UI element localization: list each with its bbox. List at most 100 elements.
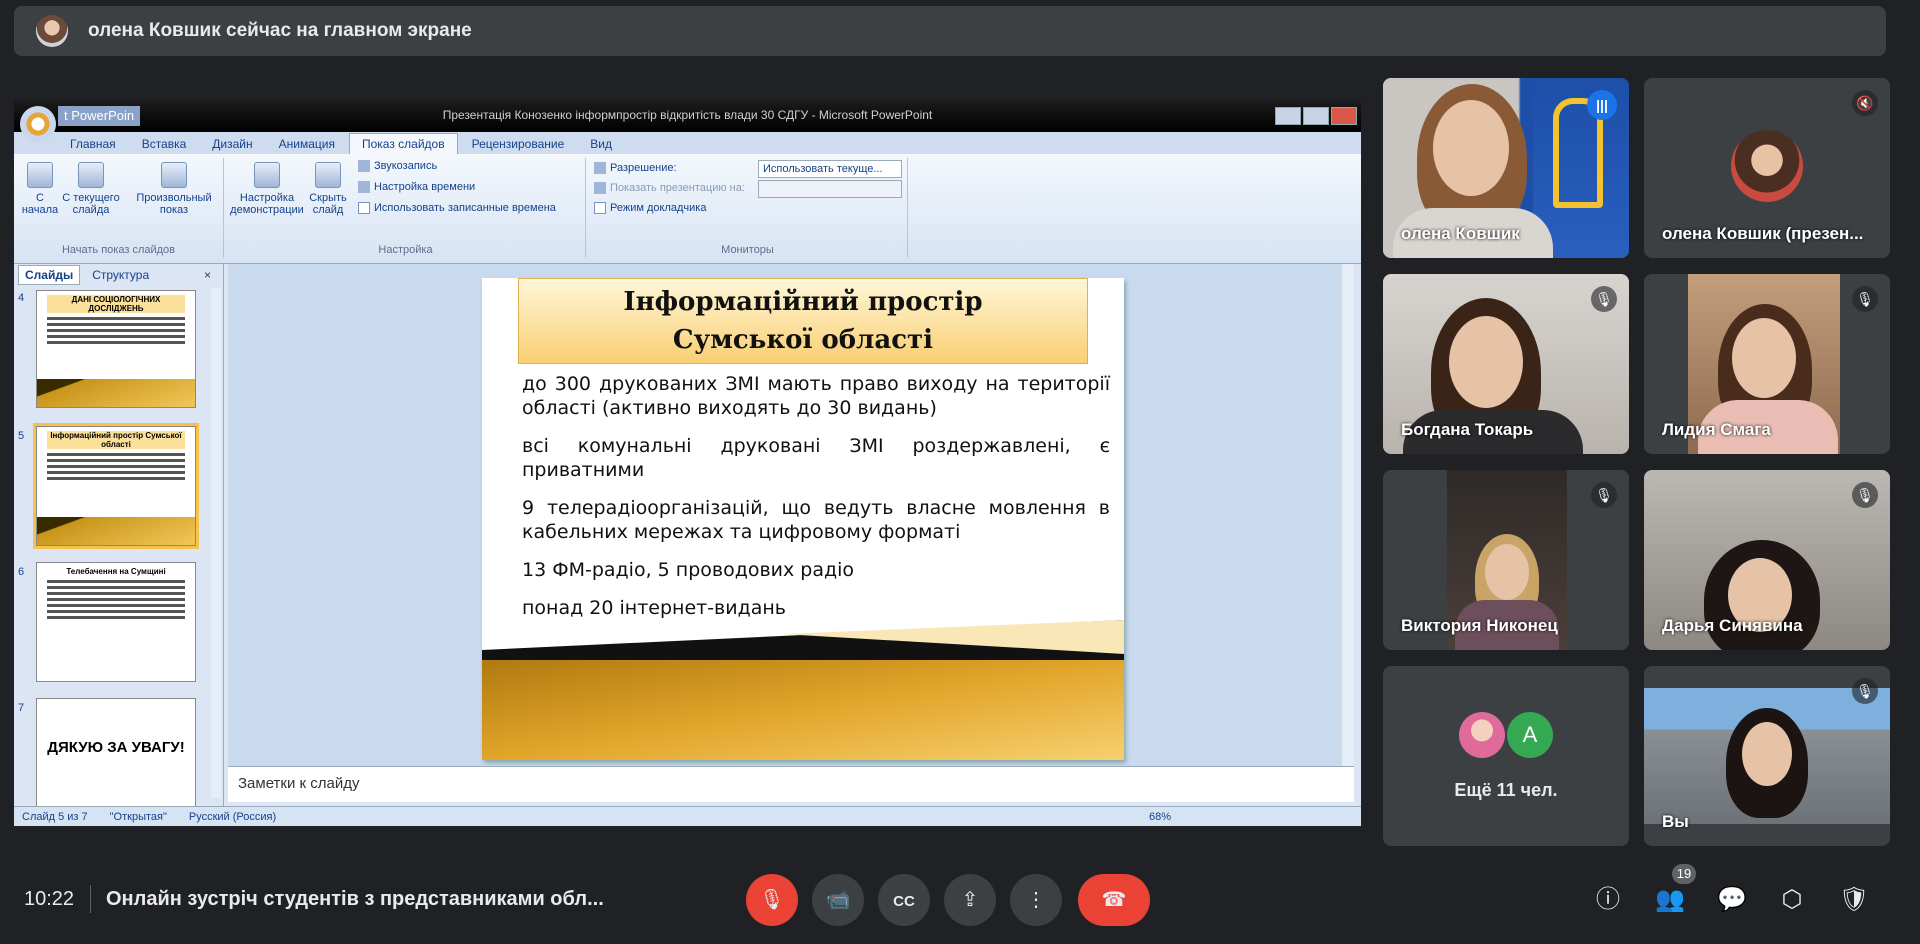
people-button[interactable]: 👥 bbox=[1654, 884, 1686, 916]
thumb-number: 7 bbox=[18, 702, 25, 714]
presenting-banner: олена Ковшик сейчас на главном экране bbox=[14, 6, 1886, 56]
thumb-gold-band bbox=[37, 517, 195, 545]
meeting-details-button[interactable]: ⓘ bbox=[1592, 884, 1624, 916]
mic-off-icon: 🔇 bbox=[1852, 90, 1878, 116]
participant-tile-bogdana[interactable]: 🎙 Богдана Токарь bbox=[1383, 274, 1629, 454]
setup-icon bbox=[254, 162, 280, 188]
from-current-label: С текущего слайда bbox=[62, 192, 120, 216]
status-language: Русский (Россия) bbox=[188, 810, 277, 823]
close-icon[interactable] bbox=[1331, 107, 1357, 125]
custom-show-label: Произвольный показ bbox=[136, 192, 212, 216]
hide-slide-button[interactable]: Скрыть слайд bbox=[306, 162, 350, 216]
tab-animation[interactable]: Анимация bbox=[267, 134, 347, 154]
panel-close-icon[interactable]: × bbox=[198, 266, 217, 284]
participant-name: Богдана Токарь bbox=[1401, 420, 1534, 439]
slide-title-line2: Сумської області bbox=[672, 325, 934, 355]
minimize-icon[interactable] bbox=[1275, 107, 1301, 125]
thumb-line bbox=[47, 453, 185, 456]
thumb-title: Телебачення на Сумщині bbox=[47, 567, 185, 576]
thumb-line bbox=[47, 341, 185, 344]
info-icon: ⓘ bbox=[1596, 886, 1620, 913]
participant-tile-lidia[interactable]: 🎙 Лидия Смага bbox=[1644, 274, 1890, 454]
face bbox=[1433, 100, 1509, 196]
hide-slide-icon bbox=[315, 162, 341, 188]
mic-off-icon: 🎙 bbox=[1852, 678, 1878, 704]
host-controls-button[interactable]: 🛡 bbox=[1838, 884, 1870, 916]
ppt-title-bar: t PowerPoin Презентація Конозенко інформ… bbox=[14, 100, 1361, 142]
slide-thumbnail[interactable]: Телебачення на Сумщині bbox=[36, 562, 196, 682]
slide-thumbnail[interactable]: ДЯКУЮ ЗА УВАГУ! bbox=[36, 698, 196, 808]
leave-call-button[interactable]: ☎ bbox=[1078, 874, 1150, 926]
from-current-button[interactable]: С текущего слайда bbox=[62, 162, 120, 216]
shield-icon: 🛡 bbox=[1838, 886, 1870, 913]
play-icon bbox=[27, 162, 53, 188]
rehearse-button[interactable]: Настройка времени bbox=[358, 181, 475, 194]
participant-avatar-letter: A bbox=[1507, 712, 1553, 758]
resolution-select[interactable]: Использовать текуще... bbox=[758, 160, 902, 178]
slide-thumbnail-selected[interactable]: Інформаційний простір Сумської області bbox=[33, 423, 199, 549]
thumb-line bbox=[47, 471, 185, 474]
present-button[interactable]: ⇪ bbox=[944, 874, 996, 926]
slide-notes[interactable]: Заметки к слайду bbox=[228, 766, 1354, 802]
tab-insert[interactable]: Вставка bbox=[130, 134, 199, 154]
participant-tile-daria[interactable]: 🎙 Дарья Синявина bbox=[1644, 470, 1890, 650]
mic-toggle-button[interactable]: 🎙 bbox=[746, 874, 798, 926]
thumb-line bbox=[47, 323, 185, 326]
mic-off-icon: 🎙 bbox=[1591, 482, 1617, 508]
setup-show-button[interactable]: Настройка демонстрации bbox=[230, 162, 304, 216]
status-slide: Слайд 5 из 7 bbox=[22, 810, 88, 823]
people-icon: 👥 bbox=[1655, 886, 1685, 913]
current-slide: Інформаційний простір Сумської області д… bbox=[482, 278, 1124, 760]
tab-outline[interactable]: Структура bbox=[86, 266, 155, 284]
slide-thumbnail[interactable]: ДАНІ СОЦІОЛОГІЧНИХ ДОСЛІДЖЕНЬ bbox=[36, 290, 196, 408]
participant-name: Дарья Синявина bbox=[1662, 616, 1803, 635]
video-feed bbox=[1644, 688, 1890, 824]
chat-button[interactable]: 💬 bbox=[1716, 884, 1748, 916]
tab-slides[interactable]: Слайды bbox=[18, 265, 81, 285]
canvas-scrollbar[interactable] bbox=[1342, 264, 1354, 782]
resolution-label-text: Разрешение: bbox=[610, 162, 677, 174]
tab-home[interactable]: Главная bbox=[58, 134, 128, 154]
custom-show-button[interactable]: Произвольный показ bbox=[132, 162, 216, 216]
participant-tile-viktoria[interactable]: 🎙 Виктория Никонец bbox=[1383, 470, 1629, 650]
custom-show-icon bbox=[161, 162, 187, 188]
presenting-text: олена Ковшик сейчас на главном экране bbox=[88, 20, 472, 41]
participant-name: Виктория Никонец bbox=[1401, 616, 1558, 635]
participant-tile-self[interactable]: 🎙 Вы bbox=[1644, 666, 1890, 846]
presenter-view-label: Режим докладчика bbox=[610, 202, 707, 214]
presenter-view-checkbox[interactable]: Режим докладчика bbox=[594, 202, 707, 215]
show-on-label: Показать презентацию на: bbox=[594, 182, 745, 195]
participant-tile-olena-presenting[interactable]: 🔇 олена Ковшик (презен... bbox=[1644, 78, 1890, 258]
more-options-button[interactable]: ⋮ bbox=[1010, 874, 1062, 926]
slide-bullet: понад 20 інтернет-видань bbox=[522, 597, 787, 619]
participant-tile-olena[interactable]: ||| олена Ковшик bbox=[1383, 78, 1629, 258]
captions-button[interactable]: CC bbox=[878, 874, 930, 926]
panel-scrollbar[interactable] bbox=[211, 288, 221, 798]
slides-panel: Слайды Структура × 4 ДАНІ СОЦІОЛОГІЧНИХ … bbox=[14, 264, 224, 808]
from-start-button[interactable]: С начала bbox=[20, 162, 60, 216]
thumb-title: Інформаційний простір Сумської області bbox=[47, 431, 185, 449]
record-sound-button[interactable]: Звукозапись bbox=[358, 160, 437, 173]
restore-icon[interactable] bbox=[1303, 107, 1329, 125]
participant-tile-more[interactable]: A Ещё 11 чел. bbox=[1383, 666, 1629, 846]
activities-button[interactable]: ⬡ bbox=[1776, 884, 1808, 916]
office-button[interactable] bbox=[20, 106, 56, 142]
camera-toggle-button[interactable]: 📹 bbox=[812, 874, 864, 926]
tab-slideshow[interactable]: Показ слайдов bbox=[348, 133, 458, 154]
tab-view[interactable]: Вид bbox=[578, 134, 624, 154]
face bbox=[1485, 544, 1529, 600]
checkbox-checked-icon bbox=[358, 202, 370, 215]
group-setup-label: Настройка bbox=[378, 244, 433, 256]
show-on-select bbox=[758, 180, 902, 198]
monitor-icon bbox=[594, 162, 606, 175]
participant-name: олена Ковшик (презен... bbox=[1662, 224, 1864, 243]
participant-name: Вы bbox=[1662, 812, 1689, 831]
zoom-level[interactable]: 68% bbox=[1149, 811, 1171, 823]
thumb-title: ДАНІ СОЦІОЛОГІЧНИХ ДОСЛІДЖЕНЬ bbox=[47, 295, 185, 313]
use-timings-checkbox[interactable]: Использовать записанные времена bbox=[358, 202, 556, 215]
tab-design[interactable]: Дизайн bbox=[200, 134, 264, 154]
tab-review[interactable]: Рецензирование bbox=[460, 134, 577, 154]
divider bbox=[90, 885, 91, 913]
slide-title: Інформаційний простір Сумської області bbox=[518, 278, 1088, 364]
chat-icon: 💬 bbox=[1717, 886, 1747, 913]
